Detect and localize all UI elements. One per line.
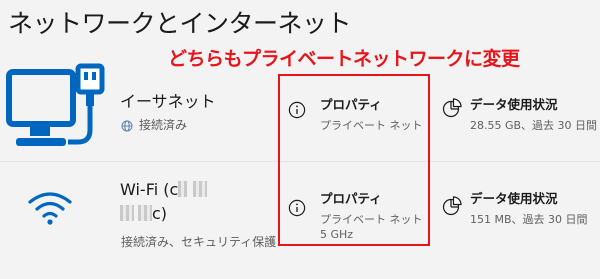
globe-icon	[121, 117, 133, 132]
wifi-name-start: Wi-Fi (c	[120, 180, 179, 199]
pie-chart-icon	[442, 196, 462, 216]
data-usage-label: データ使用状況	[470, 191, 558, 206]
wifi-name: Wi-Fi (c	[120, 180, 208, 199]
highlight-box	[278, 74, 430, 246]
ethernet-data-usage-button[interactable]: データ使用状況 28.55 GB、過去 30 日間	[438, 84, 600, 144]
annotation-text: どちらもプライベートネットワークに変更	[168, 48, 520, 70]
wifi-status: 接続済み、セキュリティ保護あり	[121, 235, 277, 249]
pie-chart-icon	[442, 98, 462, 118]
monitor-ethernet-icon	[6, 58, 114, 158]
wifi-icon	[26, 190, 74, 226]
redacted-block	[120, 205, 134, 221]
redacted-block	[178, 181, 188, 197]
wifi-data-usage-button[interactable]: データ使用状況 151 MB、過去 30 日間	[438, 180, 600, 240]
data-usage-amount: 28.55 GB、過去 30 日間	[470, 119, 598, 132]
page-title: ネットワークとインターネット	[8, 9, 352, 38]
ethernet-name: イーサネット	[120, 92, 216, 111]
wifi-name-line2: c)	[120, 204, 167, 223]
data-usage-amount: 151 MB、過去 30 日間	[470, 213, 588, 226]
redacted-block	[138, 205, 152, 221]
redacted-block	[193, 181, 208, 197]
wifi-name-end: c)	[152, 204, 168, 223]
ethernet-status: 接続済み	[139, 118, 188, 132]
data-usage-label: データ使用状況	[470, 97, 558, 112]
